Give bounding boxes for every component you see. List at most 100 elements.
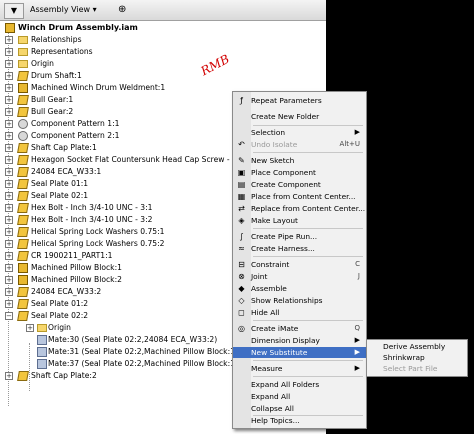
menu-item-selection[interactable]: Selection ▶ (233, 127, 366, 138)
tree-item-label: Machined Pillow Block:1 (31, 263, 122, 272)
tree-item-label: Component Pattern 1:1 (31, 119, 120, 128)
menu-item-new-substitute[interactable]: New Substitute ▶ (233, 347, 366, 358)
assembly-view-label: Assembly View (30, 5, 91, 14)
menu-item-show-relationships[interactable]: ◇ Show Relationships (233, 295, 366, 306)
sketch-icon: ✎ (238, 156, 245, 165)
assembly-icon (18, 275, 28, 285)
tree-item-label: Shaft Cap Plate:2 (31, 371, 97, 380)
menu-item-constraint[interactable]: ⊟ Constraint C (233, 259, 366, 270)
part-icon (17, 71, 29, 81)
expand-icon[interactable]: + (5, 48, 13, 56)
menu-item-create-imate[interactable]: ◎ Create iMate Q (233, 323, 366, 334)
menu-separator (253, 228, 363, 229)
expand-icon[interactable]: + (5, 228, 13, 236)
menu-item-create-new-folder[interactable]: Create New Folder (233, 111, 366, 122)
rmb-annotation: RMB (198, 51, 232, 79)
menu-item-measure[interactable]: Measure ▶ (233, 363, 366, 374)
part-icon (17, 191, 29, 201)
expand-icon[interactable]: + (5, 108, 13, 116)
menu-item-help-topics[interactable]: Help Topics... (233, 415, 366, 426)
menu-item-repeat-parameters[interactable]: ƒ Repeat Parameters (233, 95, 366, 106)
tree-item-label: Hexagon Socket Flat Countersunk Head Cap… (31, 155, 258, 164)
part-icon (17, 95, 29, 105)
menu-item-place-content-center[interactable]: ▦ Place from Content Center... (233, 191, 366, 202)
mate-icon (37, 359, 47, 369)
tree-item-label: Seal Plate 02:1 (31, 191, 89, 200)
menu-item-new-sketch[interactable]: ✎ New Sketch (233, 155, 366, 166)
tree-item-label: 24084 ECA_W33:2 (31, 287, 102, 296)
expand-icon[interactable]: + (5, 132, 13, 140)
menu-separator (253, 360, 363, 361)
menu-separator (253, 376, 363, 377)
collapse-icon[interactable]: − (5, 312, 13, 320)
expand-icon[interactable]: + (5, 300, 13, 308)
tree-item-label: 24084 ECA_W33:1 (31, 167, 102, 176)
assembly-icon (5, 23, 15, 33)
joint-icon: ⊗ (238, 272, 245, 281)
tree-item-label: Origin (48, 323, 71, 332)
expand-icon[interactable]: + (5, 168, 13, 176)
folder-icon (18, 60, 28, 68)
menu-separator (253, 320, 363, 321)
tree-guide-line-sub (29, 343, 30, 391)
menu-item-assemble[interactable]: ◆ Assemble (233, 283, 366, 294)
tree-item-label: Seal Plate 02:2 (31, 311, 89, 320)
menu-item-make-layout[interactable]: ◈ Make Layout (233, 215, 366, 226)
binoculars-icon[interactable]: ⊕ (118, 3, 126, 17)
part-icon (17, 143, 29, 153)
expand-icon[interactable]: + (5, 276, 13, 284)
part-icon (17, 251, 29, 261)
context-menu: ƒ Repeat Parameters Create New Folder Sel… (232, 91, 367, 429)
menu-item-dimension-display[interactable]: Dimension Display ▶ (233, 335, 366, 346)
expand-icon[interactable]: + (5, 264, 13, 272)
tree-item-label: Machined Pillow Block:2 (31, 275, 122, 284)
expand-icon[interactable]: + (5, 144, 13, 152)
menu-item-shrinkwrap[interactable]: Shrinkwrap (367, 352, 467, 363)
menu-item-joint[interactable]: ⊗ Joint J (233, 271, 366, 282)
new-substitute-submenu: Derive Assembly Shrinkwrap Select Part F… (366, 339, 468, 377)
washer-icon (17, 239, 29, 249)
menu-item-replace-content-center[interactable]: ⇄ Replace from Content Center... (233, 203, 366, 214)
tree-item-label: Helical Spring Lock Washers 0.75:2 (31, 239, 165, 248)
menu-item-expand-all-folders[interactable]: Expand All Folders (233, 379, 366, 390)
menu-item-place-component[interactable]: ▣ Place Component (233, 167, 366, 178)
expand-icon[interactable]: + (5, 372, 13, 380)
expand-icon[interactable]: + (5, 60, 13, 68)
bolt-icon (17, 203, 29, 213)
expand-icon[interactable]: + (5, 156, 13, 164)
menu-item-collapse-all[interactable]: Collapse All (233, 403, 366, 414)
expand-icon[interactable]: + (5, 180, 13, 188)
tree-item-label: Mate:31 (Seal Plate 02:2,Machined Pillow… (48, 347, 238, 356)
expand-icon[interactable]: + (5, 96, 13, 104)
menu-item-create-pipe-run[interactable]: ∫ Create Pipe Run... (233, 231, 366, 242)
expand-icon[interactable]: + (5, 36, 13, 44)
filter-icon[interactable]: ▼ (4, 3, 24, 19)
assemble-icon: ◆ (238, 284, 245, 293)
submenu-arrow-icon: ▶ (354, 336, 360, 344)
tree-item-label: Representations (31, 47, 93, 56)
menu-item-create-harness[interactable]: ≈ Create Harness... (233, 243, 366, 254)
expand-icon[interactable]: + (5, 120, 13, 128)
assembly-icon (18, 83, 28, 93)
menu-item-create-component[interactable]: ▤ Create Component (233, 179, 366, 190)
expand-icon[interactable]: + (26, 324, 34, 332)
expand-icon[interactable]: + (5, 84, 13, 92)
menu-item-hide-all[interactable]: ◻ Hide All (233, 307, 366, 318)
expand-icon[interactable]: + (5, 240, 13, 248)
tree-item-label: Seal Plate 01:1 (31, 179, 89, 188)
tree-item-label: Relationships (31, 35, 82, 44)
tree-item-label: Hex Bolt - Inch 3/4-10 UNC - 3:1 (31, 203, 153, 212)
expand-icon[interactable]: + (5, 72, 13, 80)
expand-icon[interactable]: + (5, 192, 13, 200)
expand-icon[interactable]: + (5, 288, 13, 296)
expand-icon[interactable]: + (5, 252, 13, 260)
assembly-view-dropdown[interactable]: Assembly View ▾ (30, 3, 97, 17)
undo-icon: ↶ (238, 140, 245, 149)
menu-item-expand-all[interactable]: Expand All (233, 391, 366, 402)
menu-item-derive-assembly[interactable]: Derive Assembly (367, 341, 467, 352)
expand-icon[interactable]: + (5, 204, 13, 212)
tree-item-label: Hex Bolt - Inch 3/4-10 UNC - 3:2 (31, 215, 153, 224)
expand-icon[interactable]: + (5, 216, 13, 224)
submenu-arrow-icon: ▶ (354, 128, 360, 136)
menu-separator (253, 152, 363, 153)
